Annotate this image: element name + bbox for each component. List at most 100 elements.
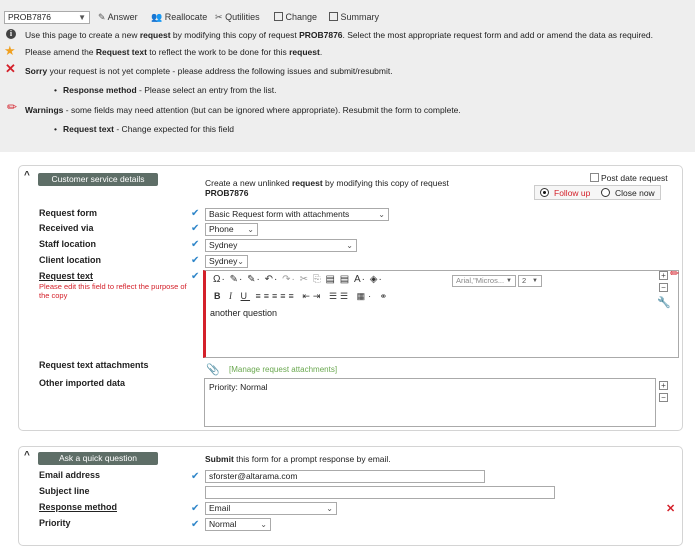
chevron-down-icon: ⌄ xyxy=(247,225,254,234)
paste-text-icon[interactable]: ▤ xyxy=(340,274,350,285)
close-now-label: Close now xyxy=(615,188,655,198)
align-icons[interactable]: ≡≡≡≡≡ xyxy=(256,291,297,301)
response-method-label: Response method xyxy=(39,502,118,512)
qutilities-label: Qutilities xyxy=(225,12,260,22)
subject-input[interactable] xyxy=(205,486,555,499)
size-select[interactable]: 2 ▼ xyxy=(518,275,542,287)
subject-label: Subject line xyxy=(39,486,90,496)
request-form-select[interactable]: Basic Request form with attachments ⌄ xyxy=(205,208,389,221)
expand-other-button[interactable]: + xyxy=(659,381,668,390)
quick-question-section-button[interactable]: Ask a quick question xyxy=(38,452,158,465)
change-button[interactable]: Change xyxy=(274,12,317,23)
change-icon xyxy=(274,12,283,21)
error-icon: ✕ xyxy=(5,61,16,76)
request-text-label: Request text xyxy=(39,271,94,281)
email-input[interactable]: sforster@altarama.com xyxy=(205,470,485,483)
summary-icon xyxy=(329,12,338,21)
staff-location-select[interactable]: Sydney ⌄ xyxy=(205,239,357,252)
editor-toolbar-row2: B I U ≡≡≡≡≡ ⇤⇥ ☰☰ ▦· ⚭ xyxy=(214,291,390,302)
chevron-down-icon: ⌄ xyxy=(346,241,353,250)
reallocate-label: Reallocate xyxy=(164,12,208,22)
link-icon[interactable]: ⚭ xyxy=(380,291,391,301)
omega-icon[interactable]: Ω· xyxy=(213,274,226,285)
client-location-label: Client location xyxy=(39,255,102,265)
chevron-down-icon: ⌄ xyxy=(378,210,385,219)
answer-label: Answer xyxy=(107,12,138,22)
request-id-select[interactable]: PROB7876 ▼ xyxy=(4,11,90,24)
error-message: Sorry your request is not yet complete -… xyxy=(25,66,393,76)
client-location-select[interactable]: Sydney ⌄ xyxy=(205,255,248,268)
copy-icon[interactable]: ⎘ xyxy=(313,274,322,285)
other-data-textarea[interactable]: Priority: Normal xyxy=(204,378,656,427)
collapse-chevron-icon[interactable]: ^ xyxy=(24,450,30,461)
chevron-down-icon: ⌄ xyxy=(260,520,267,529)
expand-editor-button[interactable]: + xyxy=(659,271,668,280)
manage-attachments-link[interactable]: [Manage request attachments] xyxy=(229,365,337,374)
priority-select[interactable]: Normal ⌄ xyxy=(205,518,271,531)
italic-icon[interactable]: I xyxy=(229,291,235,301)
brush-icon[interactable]: ✎· ✎· xyxy=(230,274,265,285)
editor-content[interactable]: another question xyxy=(210,308,277,318)
paperclip-icon: 📎 xyxy=(206,364,220,376)
collapse-editor-button[interactable]: − xyxy=(659,283,668,292)
request-id-value: PROB7876 xyxy=(8,12,51,22)
received-via-label: Received via xyxy=(39,223,94,233)
warning-item: • Request text - Change expected for this… xyxy=(54,124,235,134)
underline-icon[interactable]: U xyxy=(241,291,251,301)
edit-icon: ✎ xyxy=(98,12,106,22)
summary-button[interactable]: Summary xyxy=(329,12,379,23)
priority-label: Priority xyxy=(39,518,71,528)
table-icon[interactable]: ▦· xyxy=(357,291,375,301)
font-select[interactable]: Arial,"Micros... ▼ xyxy=(452,275,516,287)
request-text-hint: Please edit this field to reflect the pu… xyxy=(39,282,187,300)
summary-label: Summary xyxy=(340,12,380,22)
info-message: Use this page to create a new request by… xyxy=(25,30,653,40)
paste-icon[interactable]: ▤ xyxy=(326,274,336,285)
collapse-other-button[interactable]: − xyxy=(659,393,668,402)
indent-icons[interactable]: ⇤⇥ xyxy=(302,291,323,301)
tools-icon: ✂ xyxy=(215,12,223,22)
follow-up-radio[interactable] xyxy=(540,188,549,197)
qutilities-button[interactable]: ✂ Qutilities xyxy=(215,12,260,23)
reallocate-button[interactable]: 👥 Reallocate xyxy=(151,12,207,23)
chevron-down-icon: ▼ xyxy=(78,13,86,22)
pencil-icon: ✏ xyxy=(7,100,18,114)
edit-pencil-icon: ✏ xyxy=(670,268,680,280)
request-form-label: Request form xyxy=(39,208,98,218)
redo-icon[interactable]: ↷· xyxy=(282,274,296,285)
received-via-select[interactable]: Phone ⌄ xyxy=(205,223,258,236)
response-method-error-icon: ✕ xyxy=(666,503,676,515)
close-now-radio[interactable] xyxy=(601,188,610,197)
highlight-icon[interactable]: ◈· xyxy=(370,274,383,285)
staff-location-label: Staff location xyxy=(39,239,97,249)
chevron-down-icon: ⌄ xyxy=(237,257,244,266)
request-form-check-icon: ✔ xyxy=(191,208,200,219)
undo-icon[interactable]: ↶· xyxy=(265,274,279,285)
staff-location-check-icon: ✔ xyxy=(191,239,200,250)
error-item: • Response method - Please select an entr… xyxy=(54,85,277,95)
collapse-chevron-icon[interactable]: ^ xyxy=(24,170,30,181)
cut-icon[interactable]: ✂ xyxy=(300,274,309,285)
client-location-check-icon: ✔ xyxy=(191,255,200,266)
font-color-icon[interactable]: A· xyxy=(354,274,366,285)
amend-message: Please amend the Request text to reflect… xyxy=(25,47,323,57)
wrench-icon[interactable]: 🔧 xyxy=(657,296,671,309)
list-icons[interactable]: ☰☰ xyxy=(329,291,351,301)
info-icon: i xyxy=(6,29,16,39)
bold-icon[interactable]: B xyxy=(214,291,224,301)
answer-button[interactable]: ✎ Answer xyxy=(98,12,138,23)
star-icon: ★ xyxy=(4,43,16,58)
post-date-checkbox[interactable] xyxy=(590,173,599,182)
warning-message: Warnings - some fields may need attentio… xyxy=(25,105,461,115)
request-text-check-icon: ✔ xyxy=(191,271,200,282)
priority-check-icon: ✔ xyxy=(191,519,200,530)
people-icon: 👥 xyxy=(151,12,163,22)
attachments-label: Request text attachments xyxy=(39,360,149,370)
received-via-check-icon: ✔ xyxy=(191,223,200,234)
email-label: Email address xyxy=(39,470,101,480)
editor-toolbar-row1: Ω· ✎· ✎· ↶· ↷· ✂ ⎘ ▤ ▤ A· ◈· xyxy=(213,274,383,285)
customer-service-section-button[interactable]: Customer service details xyxy=(38,173,158,186)
response-method-select[interactable]: Email ⌄ xyxy=(205,502,337,515)
customer-intro: Create a new unlinked request by modifyi… xyxy=(205,178,449,198)
other-data-label: Other imported data xyxy=(39,378,126,388)
